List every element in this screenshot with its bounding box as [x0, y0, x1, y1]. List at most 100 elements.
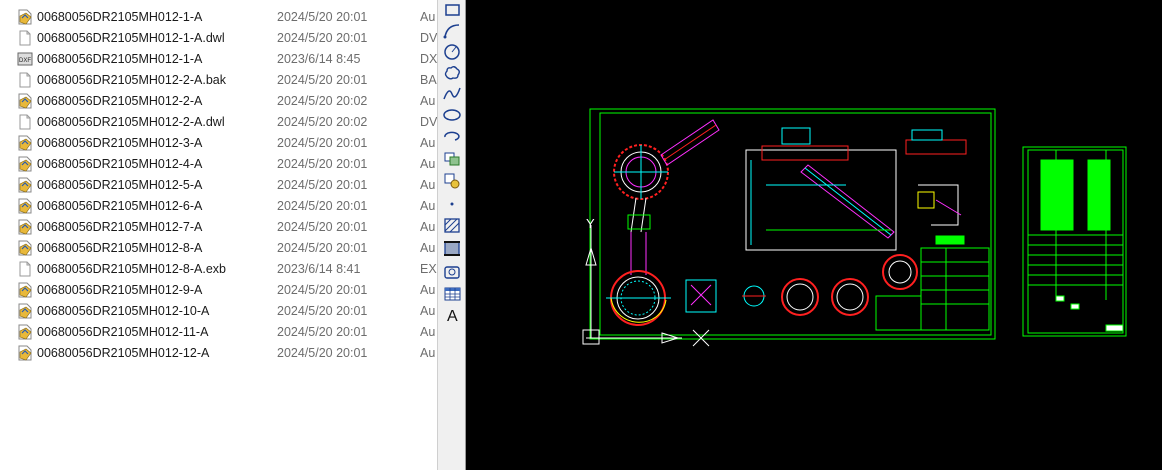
- file-list-item[interactable]: DXF 00680056DR2105MH012-1-A 2023/6/14 8:45…: [0, 49, 437, 70]
- spline-tool[interactable]: [441, 84, 463, 103]
- flange-view-bottom: [606, 270, 671, 326]
- file-date-modified: 2024/5/20 20:01: [277, 136, 368, 150]
- make-block-tool[interactable]: [441, 171, 463, 190]
- file-list-item[interactable]: 00680056DR2105MH012-8-A 2024/5/20 20:01 Au: [0, 238, 437, 259]
- ellipse-arc-tool[interactable]: [441, 126, 463, 145]
- file-type: DX: [420, 52, 437, 66]
- file-list-item[interactable]: 00680056DR2105MH012-9-A 2024/5/20 20:01 Au: [0, 280, 437, 301]
- file-date-modified: 2024/5/20 20:01: [277, 241, 368, 255]
- dwg-icon: [17, 156, 33, 172]
- file-name: 00680056DR2105MH012-1-A: [37, 52, 203, 66]
- file-list-item[interactable]: 00680056DR2105MH012-2-A.bak 2024/5/20 20:…: [0, 70, 437, 91]
- file-type: Au: [420, 199, 436, 213]
- dwg-icon: [17, 345, 33, 361]
- rectangle-tool[interactable]: [441, 1, 463, 20]
- gradient-tool[interactable]: [441, 239, 463, 258]
- file-date-modified: 2024/5/20 20:01: [277, 346, 368, 360]
- arc-tool[interactable]: [441, 21, 463, 40]
- blank-file-icon: [17, 114, 33, 130]
- point-tool[interactable]: [441, 194, 463, 213]
- file-date-modified: 2024/5/20 20:01: [277, 220, 368, 234]
- file-type: Au: [420, 178, 436, 192]
- ellipse-arc-icon: [444, 131, 460, 141]
- file-date-modified: 2024/5/20 20:01: [277, 178, 368, 192]
- file-name: 00680056DR2105MH012-4-A: [37, 157, 203, 171]
- file-type: Au: [420, 346, 436, 360]
- side-view-right: [905, 129, 967, 226]
- file-date-modified: 2024/5/20 20:01: [277, 199, 368, 213]
- file-list-item[interactable]: 00680056DR2105MH012-10-A 2024/5/20 20:01 A…: [0, 301, 437, 322]
- file-type: DV: [420, 115, 437, 129]
- region-icon: [444, 266, 460, 279]
- svg-text:DXF: DXF: [19, 58, 31, 64]
- ellipse-tool[interactable]: [441, 105, 463, 124]
- file-list-item[interactable]: 00680056DR2105MH012-1-A.dwl 2024/5/20 20:…: [0, 28, 437, 49]
- file-name: 00680056DR2105MH012-7-A: [37, 220, 203, 234]
- file-list-item[interactable]: 00680056DR2105MH012-12-A 2024/5/20 20:01 A…: [0, 343, 437, 364]
- file-name: 00680056DR2105MH012-9-A: [37, 283, 203, 297]
- file-type: Au: [420, 10, 436, 24]
- file-list-item[interactable]: 00680056DR2105MH012-5-A 2024/5/20 20:01 Au: [0, 175, 437, 196]
- file-list-item[interactable]: 00680056DR2105MH012-2-A.dwl 2024/5/20 20:…: [0, 112, 437, 133]
- file-type: Au: [420, 94, 436, 108]
- file-name: 00680056DR2105MH012-5-A: [37, 178, 203, 192]
- file-name: 00680056DR2105MH012-3-A: [37, 136, 203, 150]
- file-date-modified: 2024/5/20 20:01: [277, 325, 368, 339]
- file-type: BA: [420, 73, 437, 87]
- ucs-y-label: Y: [586, 216, 595, 231]
- dwg-icon: [17, 240, 33, 256]
- table-tool[interactable]: [441, 284, 463, 303]
- file-type: Au: [420, 241, 436, 255]
- circle-tool[interactable]: [441, 42, 463, 61]
- arc-icon: [443, 24, 460, 39]
- dwg-icon: [17, 9, 33, 25]
- dwg-icon: [17, 93, 33, 109]
- file-list-item[interactable]: 00680056DR2105MH012-11-A 2024/5/20 20:01 A…: [0, 322, 437, 343]
- file-list-item[interactable]: 00680056DR2105MH012-4-A 2024/5/20 20:01 Au: [0, 154, 437, 175]
- circle-icon: [444, 44, 460, 60]
- dwg-icon: [17, 282, 33, 298]
- file-list: 00680056DR2105MH012-1-A 2024/5/20 20:01 Au…: [0, 0, 437, 470]
- make-block-icon: [444, 173, 460, 189]
- multiline-text-tool[interactable]: A: [441, 305, 463, 324]
- cad-drawing-canvas[interactable]: Y: [466, 0, 1162, 470]
- file-date-modified: 2023/6/14 8:41: [277, 262, 361, 276]
- ellipse-icon: [443, 109, 461, 121]
- file-list-item[interactable]: 00680056DR2105MH012-3-A 2024/5/20 20:01 Au: [0, 133, 437, 154]
- file-name: 00680056DR2105MH012-11-A: [37, 325, 209, 339]
- blank-file-icon: [17, 30, 33, 46]
- file-list-item[interactable]: 00680056DR2105MH012-8-A.exb 2023/6/14 8:4…: [0, 259, 437, 280]
- dxf-icon: DXF: [17, 51, 33, 67]
- revision-cloud-tool[interactable]: [441, 63, 463, 82]
- file-date-modified: 2024/5/20 20:01: [277, 283, 368, 297]
- hatch-tool[interactable]: [441, 216, 463, 235]
- flange-view-top: [613, 119, 720, 275]
- dwg-icon: [17, 135, 33, 151]
- parts-list-sheet: [1022, 146, 1127, 337]
- dwg-icon: [17, 303, 33, 319]
- draw-toolbar: A: [437, 0, 466, 470]
- cad-drawing: Y: [582, 108, 1127, 347]
- file-type: Au: [420, 283, 436, 297]
- file-name: 00680056DR2105MH012-1-A: [37, 10, 203, 24]
- file-date-modified: 2023/6/14 8:45: [277, 52, 361, 66]
- text-icon: A: [447, 308, 458, 324]
- file-name: 00680056DR2105MH012-10-A: [37, 304, 210, 318]
- file-name: 00680056DR2105MH012-8-A.exb: [37, 262, 227, 276]
- file-list-item[interactable]: 00680056DR2105MH012-1-A 2024/5/20 20:01 Au: [0, 7, 437, 28]
- file-name: 00680056DR2105MH012-2-A.dwl: [37, 115, 225, 129]
- dwg-icon: [17, 177, 33, 193]
- dwg-icon: [17, 198, 33, 214]
- insert-block-icon: [444, 152, 460, 166]
- insert-block-tool[interactable]: [441, 148, 463, 167]
- file-list-item[interactable]: 00680056DR2105MH012-2-A 2024/5/20 20:02 Au: [0, 91, 437, 112]
- elevation-view-center: [745, 127, 897, 251]
- region-tool[interactable]: [441, 262, 463, 281]
- file-name: 00680056DR2105MH012-6-A: [37, 199, 203, 213]
- file-list-item[interactable]: 00680056DR2105MH012-6-A 2024/5/20 20:01 Au: [0, 196, 437, 217]
- file-list-item[interactable]: 00680056DR2105MH012-7-A 2024/5/20 20:01 Au: [0, 217, 437, 238]
- file-type: Au: [420, 220, 436, 234]
- point-icon: [450, 202, 454, 206]
- file-type: Au: [420, 304, 436, 318]
- file-type: EX: [420, 262, 437, 276]
